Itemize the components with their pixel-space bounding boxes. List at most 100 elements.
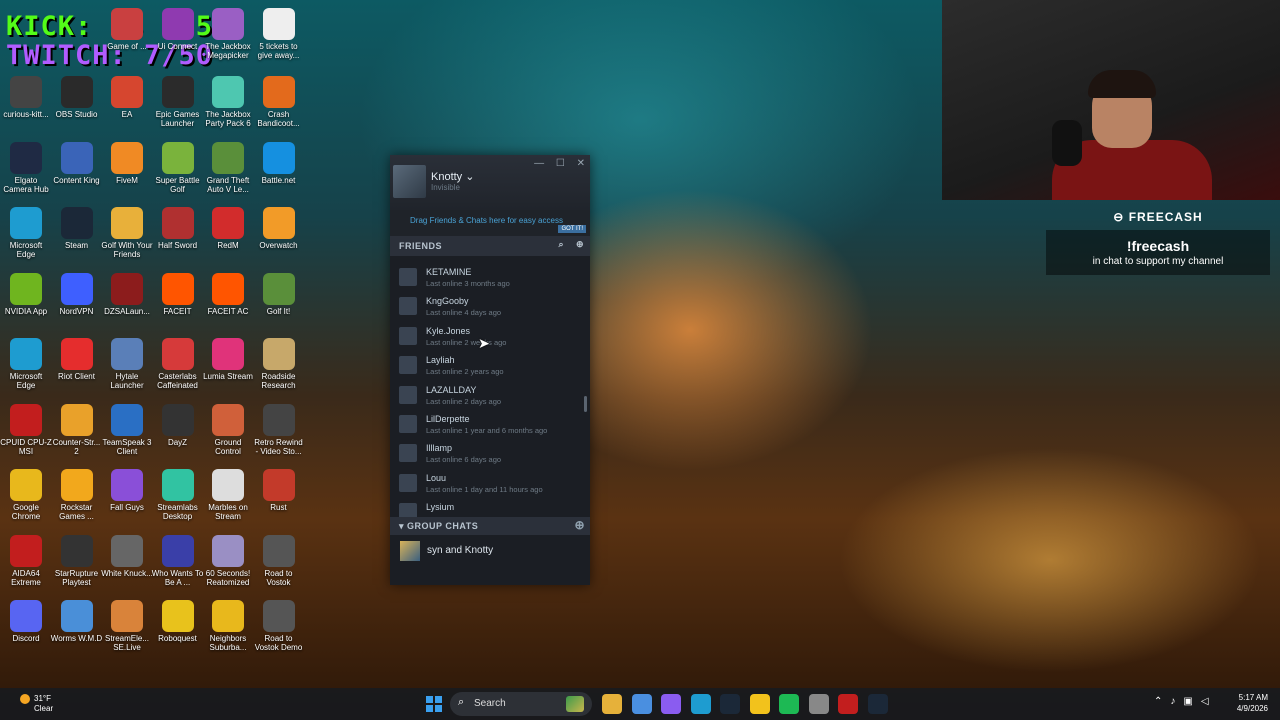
desktop-icon[interactable]: TeamSpeak 3 Client [101,403,153,456]
friend-list-item[interactable]: Layliah Last online 2 years ago [390,352,590,381]
desktop-icon[interactable]: Battle.net [253,141,305,185]
desktop-icon[interactable]: Roadside Research [253,338,305,390]
friend-list-item[interactable]: KngGooby Last online 4 days ago [390,293,590,322]
desktop-icon[interactable]: Rockstar Games ... [51,469,103,521]
desktop-icon[interactable]: CPUID CPU-Z MSI [0,403,52,456]
taskbar-app-icon[interactable] [838,694,858,714]
desktop-icon[interactable]: FACEIT AC [202,272,254,316]
desktop-icon[interactable]: Half Sword [152,207,204,250]
chevron-down-icon[interactable]: ⌄ [465,171,474,183]
desktop-icon[interactable]: Ground Control [202,403,254,456]
taskbar-app-icon[interactable] [808,694,829,714]
microphone-icon[interactable]: ♪ [1170,696,1183,707]
windows-start-icon[interactable] [426,696,442,712]
minimize-button[interactable]: — [534,158,544,169]
taskbar-app-icon[interactable] [720,694,740,714]
taskbar-app-icon[interactable] [631,694,652,714]
desktop-icon[interactable]: NordVPN [51,272,103,316]
desktop-icon[interactable]: Lumia Stream [202,338,254,381]
taskbar-app-icon[interactable] [690,694,711,714]
desktop-icon[interactable]: Golf With Your Friends [101,207,153,259]
desktop-icon[interactable]: Marbles on Stream [202,469,254,521]
desktop-icon[interactable]: Casterlabs Caffeinated [152,338,204,390]
system-tray[interactable]: ⌃♪▣◁ [1154,696,1217,707]
taskbar-app-icon[interactable] [602,694,622,714]
desktop-icon[interactable]: Overwatch [253,207,305,250]
desktop-icon[interactable]: DZSALaun... [101,272,153,316]
taskbar-app-icon[interactable] [749,694,770,714]
desktop-icon[interactable]: NVIDIA App [0,272,52,316]
desktop-icon[interactable]: FACEIT [152,272,204,316]
volume-icon[interactable]: ◁ [1201,696,1217,707]
desktop-icon[interactable]: Who Wants To Be A ... [152,534,204,587]
desktop-icon[interactable]: Epic Games Launcher [152,76,204,128]
desktop-icon[interactable]: Road to Vostok [253,534,305,587]
desktop-icon[interactable]: Microsoft Edge [0,338,52,390]
desktop-icon[interactable]: Elgato Camera Hub [0,141,52,194]
steam-user-name[interactable]: Knotty ⌄ [431,170,474,183]
desktop-icon[interactable]: OBS Studio [51,76,103,119]
desktop-icon[interactable]: Crash Bandicoot... [253,76,305,128]
desktop-icon[interactable]: DayZ [152,403,204,447]
desktop-icon[interactable]: curious-kitt... [0,76,52,119]
search-icon[interactable]: ⌕ [558,239,564,250]
group-chats-header[interactable]: ▾ GROUP CHATS ⊕ [390,517,590,535]
friend-list-item[interactable]: Louu Last online 1 day and 11 hours ago [390,470,590,499]
taskbar-app-icon[interactable] [867,694,888,714]
desktop-icon[interactable]: Game of ... [101,8,153,51]
taskbar-search[interactable]: ⌕ Search [450,692,592,716]
desktop-icon[interactable]: Counter-Str... 2 [51,403,103,456]
friend-list-item[interactable]: Illlamp Last online 6 days ago [390,440,590,469]
taskbar-app-icon[interactable] [779,694,799,714]
network-icon[interactable]: ▣ [1183,696,1200,707]
friend-list-item[interactable]: KETAMINE Last online 3 months ago [390,264,590,293]
desktop-icon[interactable]: Hytale Launcher [101,338,153,390]
desktop-icon[interactable]: Google Chrome [0,469,52,521]
desktop-icon[interactable]: RedM [202,207,254,250]
friend-list-item[interactable]: LilDerpette Last online 1 year and 6 mont… [390,411,590,440]
desktop-icon[interactable]: Microsoft Edge [0,207,52,259]
weather-widget[interactable]: 31°F Clear [20,694,53,713]
desktop-icon[interactable]: Ui Connect [152,8,204,51]
desktop-icon[interactable]: Super Battle Golf [152,141,204,194]
desktop-icon[interactable]: Content King [51,141,103,185]
desktop-icon[interactable]: StarRupture Playtest [51,534,103,587]
desktop-icon[interactable]: Riot Client [51,338,103,381]
desktop-icon[interactable]: Worms W.M.D [51,600,103,643]
add-group-chat-icon[interactable]: ⊕ [574,518,585,532]
desktop-icon[interactable]: Fall Guys [101,469,153,512]
desktop-icon[interactable]: Retro Rewind - Video Sto... [253,403,305,456]
close-button[interactable]: ✕ [577,158,585,169]
taskbar-clock[interactable]: 5:17 AM 4/9/2026 [1237,692,1268,714]
desktop-icon[interactable]: FiveM [101,141,153,185]
desktop-icon[interactable]: The Jackbox Party Pack 6 [202,76,254,128]
desktop-icon[interactable]: White Knuck... [101,534,153,578]
steam-friends-window[interactable]: Knotty ⌄ Invisible — ☐ ✕ Drag Friends & … [390,155,590,585]
avatar[interactable] [393,165,426,198]
desktop-icon[interactable]: The Jackbox Megapicker [202,8,254,60]
friend-list[interactable]: KETAMINE Last online 3 months ago KngGooby… [390,256,590,517]
desktop-icon[interactable]: Discord [0,600,52,643]
desktop-icon[interactable]: Streamlabs Desktop [152,469,204,521]
desktop-icon[interactable]: AIDA64 Extreme [0,534,52,587]
got-it-button[interactable]: GOT IT! [558,225,586,233]
desktop-icon[interactable]: EA [101,76,153,119]
desktop-icon[interactable]: Golf It! [253,272,305,316]
desktop-icon[interactable]: 60 Seconds! Reatomized [202,534,254,587]
friend-list-item[interactable]: Lysium [390,499,590,517]
group-chat-item[interactable]: syn and Knotty [390,535,590,565]
desktop-icon[interactable]: Rust [253,469,305,512]
desktop-icon[interactable]: Grand Theft Auto V Le... [202,141,254,194]
desktop-icon[interactable]: Neighbors Suburba... [202,600,254,652]
maximize-button[interactable]: ☐ [556,158,565,169]
desktop-icon[interactable]: Steam [51,207,103,250]
friend-list-item[interactable]: LAZALLDAY Last online 2 days ago [390,382,590,411]
desktop-icon[interactable]: StreamEle... SE.Live [101,600,153,652]
taskbar-app-icon[interactable] [661,694,681,714]
desktop-icon[interactable]: 5 tickets to give away... [253,8,305,60]
desktop-icon[interactable]: Road to Vostok Demo [253,600,305,652]
friend-list-item[interactable]: Kyle.Jones Last online 2 weeks ago [390,323,590,352]
chevron-up-icon[interactable]: ⌃ [1154,696,1170,707]
add-friend-icon[interactable]: ⊕ [576,239,584,250]
desktop-icon[interactable]: Roboquest [152,600,204,643]
